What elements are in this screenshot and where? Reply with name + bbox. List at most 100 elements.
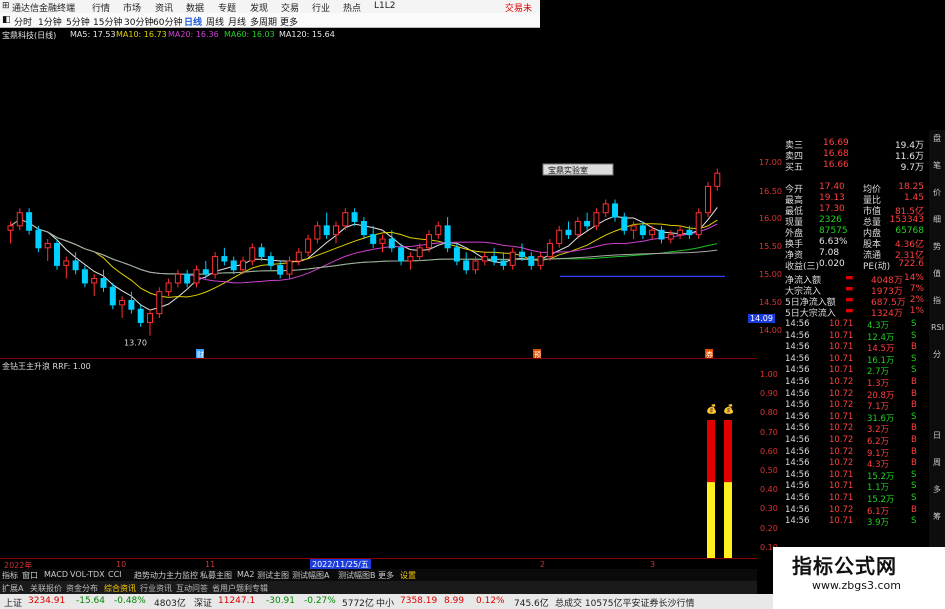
quote-stat-row[interactable]: 净资 7.08 流通 2.31亿 xyxy=(783,248,926,261)
candle-body xyxy=(16,212,23,227)
tick-time: 14:56 xyxy=(785,435,810,445)
indicator-tab[interactable]: 测试幅图B xyxy=(338,570,376,581)
side-tab[interactable]: 值 xyxy=(931,269,943,279)
side-tab[interactable]: 盘 xyxy=(931,134,943,144)
indicator-tab[interactable]: 设置 xyxy=(400,570,416,581)
tf-monthly[interactable]: 月线 xyxy=(228,15,246,28)
quote-stat-row[interactable]: 换手 6.63% 股本 4.36亿 xyxy=(783,237,926,250)
tf-daily[interactable]: 日线 xyxy=(184,15,202,28)
tick-row[interactable]: 14:56 10.72 3.2万 B xyxy=(783,423,926,435)
indicator-tab[interactable]: 趋势动力 xyxy=(134,570,166,581)
side-tab[interactable]: 势 xyxy=(931,242,943,252)
tf-more[interactable]: 更多 xyxy=(280,15,298,28)
tf-multi[interactable]: 多周期 xyxy=(250,15,277,28)
quote-panel: 卖三 16.69 19.4万 卖四 16.68 11.6万 买五 16.66 9.7万 今开 17.… xyxy=(780,130,927,560)
page-tab[interactable]: 资金分布 xyxy=(66,583,98,594)
indicator-tab[interactable]: 更多 xyxy=(378,570,394,581)
side-tab[interactable]: 细 xyxy=(931,215,943,225)
tick-time: 14:56 xyxy=(785,504,810,515)
side-tab[interactable]: 多 xyxy=(931,485,943,495)
side-tab[interactable]: 指 xyxy=(931,296,943,306)
tf-15min[interactable]: 15分钟 xyxy=(93,15,122,28)
page-tab[interactable]: 关联报价 xyxy=(30,583,62,594)
tick-row[interactable]: 14:56 10.71 16.1万 S xyxy=(783,353,926,366)
order-book-level[interactable]: 卖四 16.68 11.6万 xyxy=(783,149,926,162)
tick-row[interactable]: 14:56 10.72 6.1万 B xyxy=(783,504,926,517)
axis-tick: 0.80 xyxy=(760,408,778,417)
tick-row[interactable]: 14:56 10.71 15.2万 S xyxy=(783,470,926,482)
tick-row[interactable]: 14:56 10.71 3.9万 S xyxy=(783,516,926,528)
side-tab[interactable]: RSI xyxy=(931,323,944,333)
tick-row[interactable]: 14:56 10.72 7.1万 B xyxy=(783,400,926,412)
tf-60min[interactable]: 60分钟 xyxy=(153,15,182,28)
candle-body xyxy=(165,282,172,293)
side-tab[interactable]: 分 xyxy=(931,350,943,360)
tick-row[interactable]: 14:56 10.71 15.2万 S xyxy=(783,493,926,505)
tf-5min[interactable]: 5分钟 xyxy=(66,15,90,28)
tick-row[interactable]: 14:56 10.71 4.3万 S xyxy=(783,319,926,331)
page-tab[interactable]: 互动问答 xyxy=(176,583,208,594)
ma20-value: MA20: 16.36 xyxy=(168,30,219,39)
candle-body xyxy=(509,251,516,266)
order-book-level[interactable]: 卖三 16.69 19.4万 xyxy=(783,138,926,151)
tick-row[interactable]: 14:56 10.71 14.5万 B xyxy=(783,342,926,354)
indicator-chart[interactable]: 💰 💰 xyxy=(0,362,757,558)
tick-row[interactable]: 14:56 10.71 2.7万 S xyxy=(783,365,926,377)
tick-row[interactable]: 14:56 10.71 1.1万 S xyxy=(783,481,926,493)
order-book-level[interactable]: 买五 16.66 9.7万 xyxy=(783,160,926,173)
indicator-tab[interactable]: 指标 xyxy=(2,570,18,581)
tf-30min[interactable]: 30分钟 xyxy=(124,15,153,28)
quote-stat-row[interactable]: 收益(三) 0.020 PE(动) 722.6 xyxy=(783,259,926,272)
side-tab[interactable]: 价 xyxy=(931,188,943,198)
candle-body xyxy=(426,234,432,249)
tf-1min[interactable]: 1分钟 xyxy=(38,15,62,28)
quote-stat-row[interactable]: 外盘 87575 内盘 65768 xyxy=(783,226,926,239)
tf-fenshi[interactable]: 分时 xyxy=(14,15,32,28)
indicator-tab[interactable]: VOL-TDX xyxy=(70,570,105,579)
indicator-tab[interactable]: 私募主图 xyxy=(200,570,232,581)
page-tab[interactable]: 扩展A xyxy=(2,583,23,594)
ma10-value: MA10: 16.73 xyxy=(116,30,167,39)
page-tab[interactable]: 省用户题利专辑 xyxy=(212,583,268,594)
toolbar-toggle-icon[interactable]: ◧ xyxy=(2,15,11,25)
indicator-tab[interactable]: 主力监控 xyxy=(166,570,198,581)
indicator-tab[interactable]: MACD xyxy=(44,570,68,579)
indicator-tab[interactable]: MA2 xyxy=(237,570,254,579)
candle-body xyxy=(119,299,126,306)
menu-l1l2[interactable]: L1L2 xyxy=(374,1,395,11)
side-tab[interactable]: 筹 xyxy=(931,512,943,522)
quote-stat-row[interactable]: 今开 17.40 均价 18.25 xyxy=(783,182,926,195)
tick-row[interactable]: 14:56 10.71 31.6万 S xyxy=(783,412,926,424)
tick-price: 10.72 xyxy=(829,388,854,399)
tick-row[interactable]: 14:56 10.72 9.1万 B xyxy=(783,447,926,459)
side-tab[interactable]: 笔 xyxy=(931,161,943,171)
money-flow-row[interactable]: 5日净流入额 ▬ 687.5万 2% xyxy=(783,295,926,308)
quote-stat-row[interactable]: 现量 2326 总量 153343 xyxy=(783,215,926,228)
indicator-tab[interactable]: CCI xyxy=(108,570,122,579)
money-flow-row[interactable]: 大宗流入 ▬ 1973万 7% xyxy=(783,284,926,297)
page-tab[interactable]: 行业资讯 xyxy=(140,583,172,594)
tick-row[interactable]: 14:56 10.72 4.3万 B xyxy=(783,458,926,470)
tf-weekly[interactable]: 周线 xyxy=(206,15,224,28)
tick-price: 10.71 xyxy=(829,353,854,364)
money-flow-row[interactable]: 5日大宗流入 ▬ 1324万 1% xyxy=(783,306,926,319)
tick-row[interactable]: 14:56 10.72 1.3万 B xyxy=(783,377,926,389)
side-tab[interactable]: 周 xyxy=(931,458,943,468)
indicator-tab[interactable]: 窗口 xyxy=(22,570,38,581)
tick-time: 14:56 xyxy=(785,400,810,411)
tick-row[interactable]: 14:56 10.71 12.4万 S xyxy=(783,331,926,343)
axis-tick: 14.00 xyxy=(759,326,782,335)
side-tab[interactable]: 日 xyxy=(931,431,943,441)
index-name: 上证 xyxy=(4,599,23,609)
tick-row[interactable]: 14:56 10.72 20.8万 B xyxy=(783,388,926,401)
page-tab[interactable]: 综合资讯 xyxy=(104,583,136,594)
quote-stat-row[interactable]: 最高 19.13 量比 1.45 xyxy=(783,193,926,206)
tick-row[interactable]: 14:56 10.72 6.2万 B xyxy=(783,435,926,447)
candlestick-chart[interactable]: 13.70宝鼎实验室财预券 xyxy=(0,40,757,360)
indicator-tab[interactable]: 测试主图 xyxy=(257,570,289,581)
money-flow-row[interactable]: 净流入额 ▬ 4048万 14% xyxy=(783,273,926,286)
quote-stat-row[interactable]: 最低 17.30 市值 81.5亿 xyxy=(783,204,926,217)
candle-body xyxy=(7,225,14,231)
indicator-tab[interactable]: 测试幅图A xyxy=(292,570,329,581)
tick-volume: 4.3万 xyxy=(867,321,890,331)
